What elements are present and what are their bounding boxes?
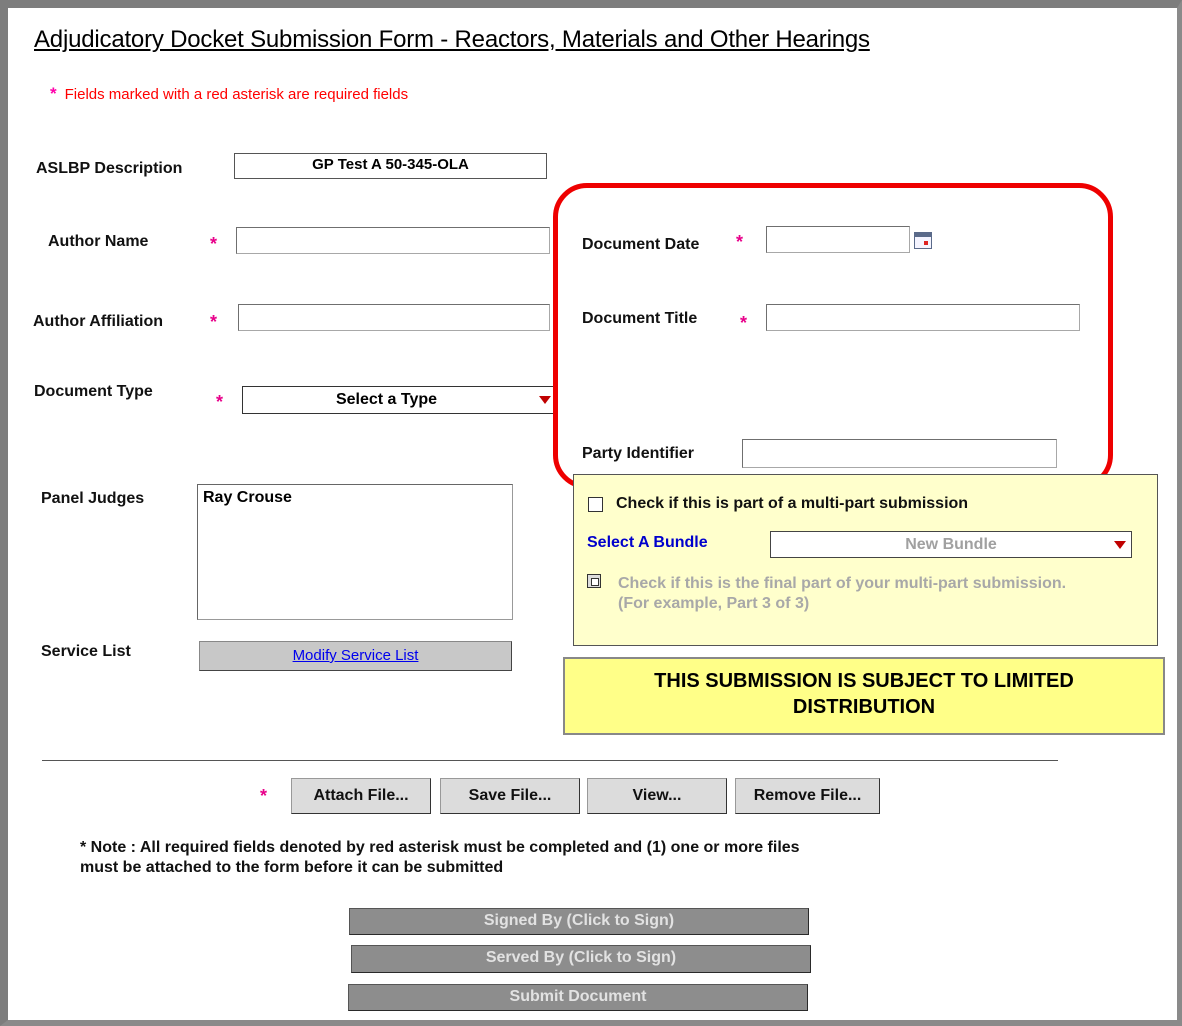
limited-distribution-banner: THIS SUBMISSION IS SUBJECT TO LIMITED DI… — [563, 657, 1165, 735]
section-divider — [42, 760, 1058, 761]
panel-judges-list[interactable]: Ray Crouse — [197, 484, 513, 620]
multipart-checkbox-label: Check if this is part of a multi-part su… — [616, 495, 969, 512]
aslbp-description-label: ASLBP Description — [36, 160, 183, 177]
bundle-dropdown-arrow-icon[interactable] — [1114, 541, 1126, 549]
author-affiliation-label: Author Affiliation — [33, 313, 164, 330]
signed-by-button[interactable]: Signed By (Click to Sign) — [349, 908, 809, 935]
panel-judge-item[interactable]: Ray Crouse — [203, 489, 507, 507]
panel-judges-label: Panel Judges — [41, 490, 145, 507]
dropdown-arrow-icon[interactable] — [539, 396, 551, 404]
select-bundle-label: Select A Bundle — [587, 534, 708, 551]
party-identifier-input[interactable] — [742, 439, 1057, 468]
author-affiliation-input[interactable] — [238, 304, 550, 331]
author-name-required-star: * — [210, 234, 218, 254]
limited-distribution-line1: THIS SUBMISSION IS SUBJECT TO LIMITED — [654, 670, 1074, 692]
document-date-label: Document Date — [582, 236, 700, 253]
required-fields-note: * Fields marked with a red asterisk are r… — [50, 84, 408, 104]
modify-service-list-button[interactable]: Modify Service List — [199, 641, 512, 671]
document-title-input[interactable] — [766, 304, 1080, 331]
document-title-required-star: * — [740, 313, 748, 333]
modify-service-list-link[interactable]: Modify Service List — [293, 647, 419, 664]
served-by-button[interactable]: Served By (Click to Sign) — [351, 945, 811, 973]
document-date-input[interactable] — [766, 226, 910, 253]
bundle-selected-value: New Bundle — [905, 536, 997, 553]
limited-distribution-line2: DISTRIBUTION — [792, 696, 936, 718]
document-title-label: Document Title — [582, 310, 698, 327]
required-star: * — [50, 84, 57, 103]
document-type-required-star: * — [216, 392, 224, 412]
attach-file-required-star: * — [260, 786, 268, 806]
remove-file-button[interactable]: Remove File... — [735, 778, 880, 814]
author-affiliation-required-star: * — [210, 312, 218, 332]
multipart-checkbox[interactable] — [588, 497, 603, 512]
submission-requirement-note: * Note : All required fields denoted by … — [80, 838, 800, 878]
author-name-label: Author Name — [48, 233, 149, 250]
final-part-checkbox[interactable] — [587, 574, 601, 588]
save-file-button[interactable]: Save File... — [440, 778, 580, 814]
document-date-required-star: * — [736, 232, 744, 252]
note-line2: must be attached to the form before it c… — [80, 859, 504, 876]
attach-file-button[interactable]: Attach File... — [291, 778, 431, 814]
party-identifier-label: Party Identifier — [582, 445, 695, 462]
final-part-label-line1: Check if this is the final part of your … — [618, 575, 1067, 592]
note-line1: * Note : All required fields denoted by … — [80, 839, 800, 856]
bundle-select[interactable]: New Bundle — [770, 531, 1132, 558]
document-type-label: Document Type — [34, 383, 153, 400]
author-name-input[interactable] — [236, 227, 550, 254]
document-type-selected-value: Select a Type — [335, 391, 438, 408]
final-part-label: Check if this is the final part of your … — [618, 574, 1066, 614]
document-type-select[interactable]: Select a Type — [242, 386, 555, 414]
view-file-button[interactable]: View... — [587, 778, 727, 814]
aslbp-description-field: GP Test A 50-345-OLA — [234, 153, 547, 179]
calendar-icon[interactable] — [914, 232, 932, 249]
required-note-text: Fields marked with a red asterisk are re… — [64, 86, 409, 103]
final-part-label-line2: (For example, Part 3 of 3) — [618, 595, 810, 612]
page-title: Adjudicatory Docket Submission Form - Re… — [34, 26, 870, 53]
checkbox-inner-mark — [591, 578, 599, 586]
submit-document-button[interactable]: Submit Document — [348, 984, 808, 1011]
service-list-label: Service List — [41, 643, 131, 660]
multipart-bundle-panel: Check if this is part of a multi-part su… — [573, 474, 1158, 646]
